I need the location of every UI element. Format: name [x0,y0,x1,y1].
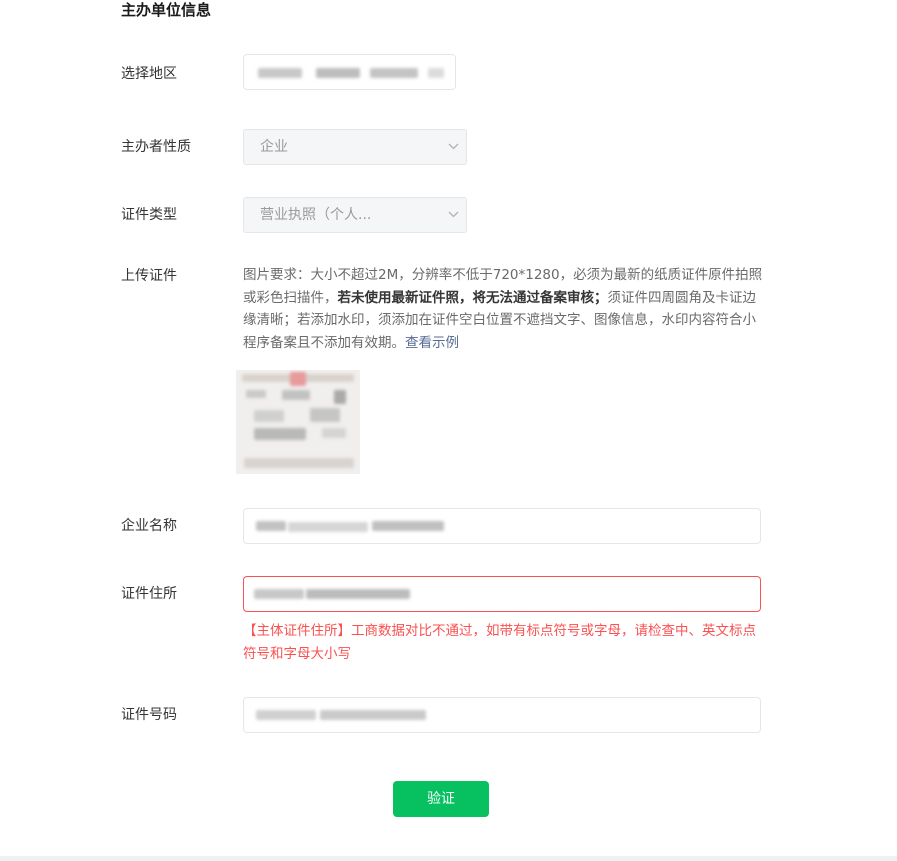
cert-number-label: 证件号码 [121,707,177,723]
upload-desc-warning: 若未使用最新证件照，将无法通过备案审核； [337,289,608,306]
section-title: 主办单位信息 [121,1,212,19]
host-nature-label: 主办者性质 [121,139,191,155]
cert-type-select[interactable]: 营业执照（个人... [243,197,467,233]
view-example-link[interactable]: 查看示例 [405,335,459,351]
host-nature-select[interactable]: 企业 [243,129,467,165]
bottom-divider [0,856,897,861]
upload-label: 上传证件 [121,268,177,284]
address-error-message: 【主体证件住所】工商数据对比不通过，如带有标点符号或字母，请检查中、英文标点符号… [243,623,756,662]
cert-type-value: 营业执照（个人... [260,207,372,223]
region-label: 选择地区 [121,66,177,82]
cert-type-label: 证件类型 [121,207,177,223]
region-input[interactable] [243,54,456,90]
uploaded-certificate-image[interactable] [236,370,360,474]
host-nature-value: 企业 [260,139,288,155]
address-input[interactable] [243,576,761,612]
cert-number-input[interactable] [243,697,761,733]
upload-requirements: 图片要求：大小不超过2M，分辨率不低于720*1280，必须为最新的纸质证件原件… [243,264,763,354]
verify-button[interactable]: 验证 [393,781,489,817]
chevron-down-icon [448,143,459,151]
company-name-input[interactable] [243,508,761,544]
company-name-label: 企业名称 [121,518,177,534]
address-label: 证件住所 [121,586,177,602]
chevron-down-icon [448,211,459,219]
